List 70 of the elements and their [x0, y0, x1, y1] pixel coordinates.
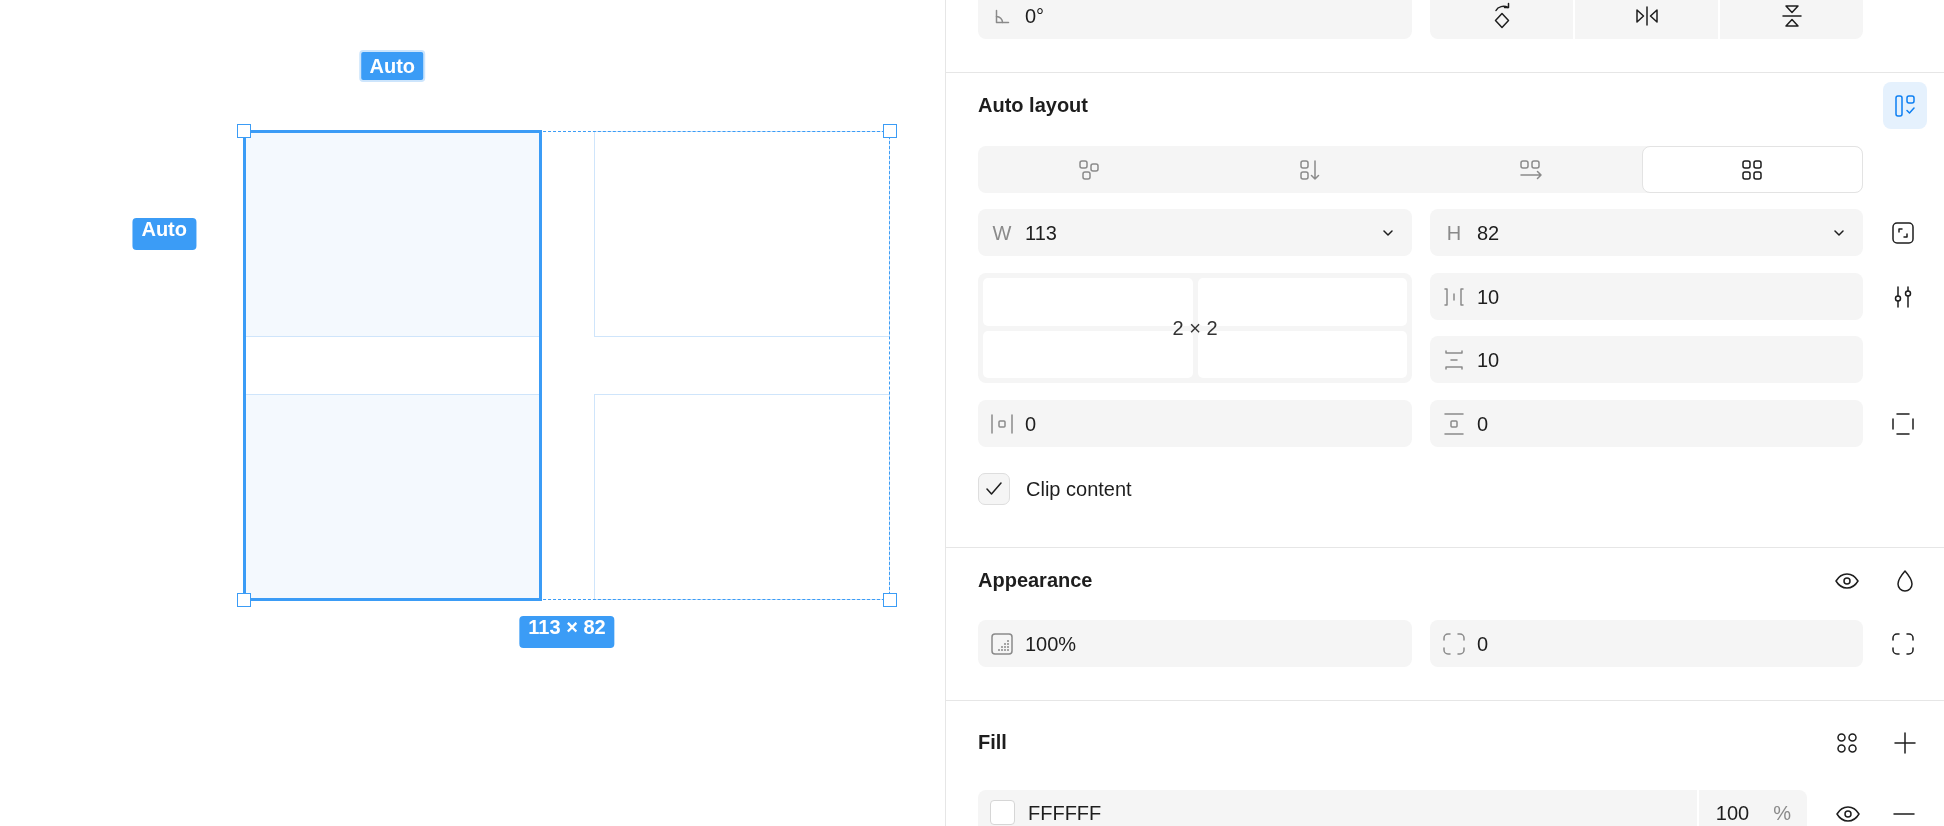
fill-field[interactable]: FFFFFF 100 % — [978, 790, 1807, 826]
four-circles-icon[interactable] — [1837, 732, 1857, 753]
vertical-padding-field[interactable]: 0 — [1430, 400, 1863, 447]
corner-brackets-icon[interactable] — [1892, 632, 1914, 655]
grid-size-label: 2 × 2 — [1172, 316, 1218, 340]
horizontal-padding-icon — [991, 413, 1013, 434]
flip-horizontal-icon — [1634, 6, 1659, 26]
chevron-down-icon[interactable] — [1383, 229, 1393, 236]
column-gap-field[interactable]: 10 — [1430, 273, 1863, 320]
minus-icon[interactable] — [1893, 812, 1915, 815]
resize-handle[interactable] — [237, 593, 251, 607]
row-gap-icon — [1445, 348, 1463, 371]
opacity-icon — [991, 632, 1013, 655]
resize-icon[interactable] — [1892, 221, 1914, 244]
sliders-icon[interactable] — [1893, 285, 1913, 308]
padding-sides-icon[interactable] — [1892, 412, 1914, 435]
section-title: Appearance — [978, 569, 1093, 592]
section-title: Fill — [978, 731, 1007, 754]
dimensions-label: 113 × 82 — [519, 616, 615, 648]
percent-sign: % — [1773, 803, 1791, 823]
resize-handle[interactable] — [883, 593, 897, 607]
column-gap-icon — [1443, 287, 1465, 306]
angle-icon — [994, 8, 1010, 24]
eye-icon[interactable] — [1836, 805, 1860, 822]
droplet-icon[interactable] — [1896, 569, 1914, 592]
grid-cell[interactable] — [244, 131, 541, 337]
flip-vertical-icon — [1781, 4, 1802, 28]
rotation-field[interactable]: 0° — [978, 0, 1412, 39]
scattered-squares-icon — [1078, 159, 1099, 180]
grid-cell[interactable] — [244, 394, 541, 600]
horizontal-padding-field[interactable]: 0 — [978, 400, 1412, 447]
squares-down-arrow-icon — [1299, 159, 1320, 180]
rotation-value: 0° — [1025, 6, 1045, 26]
row-gap-value: 10 — [1477, 349, 1500, 370]
corner-radius-field[interactable]: 0 — [1430, 620, 1863, 667]
clip-content-checkbox[interactable] — [978, 473, 1010, 505]
grid-cell[interactable] — [593, 394, 890, 600]
width-value: 113 — [1025, 222, 1057, 243]
chevron-down-icon[interactable] — [1834, 229, 1844, 236]
flip-horizontal-button[interactable] — [1575, 0, 1718, 39]
squares-right-arrow-icon — [1520, 159, 1543, 180]
row-gap-field[interactable]: 10 — [1430, 336, 1863, 383]
horizontal-padding-value: 0 — [1025, 413, 1037, 434]
checkmark-icon — [986, 482, 1002, 496]
opacity-field[interactable]: 100% — [978, 620, 1412, 667]
plus-icon[interactable] — [1894, 731, 1916, 754]
height-label: H — [1446, 222, 1462, 243]
column-gap-value: 10 — [1477, 286, 1500, 307]
resize-handle[interactable] — [237, 124, 251, 138]
height-value: 82 — [1477, 222, 1500, 243]
color-swatch[interactable] — [990, 800, 1015, 825]
grid-cell[interactable] — [593, 131, 890, 337]
auto-layout-button[interactable] — [1883, 82, 1927, 129]
corner-radius-value: 0 — [1477, 633, 1489, 654]
clip-content-label: Clip content — [1026, 477, 1132, 501]
width-field[interactable]: W 113 — [978, 209, 1412, 256]
fill-opacity-value: 100 — [1715, 803, 1750, 823]
corner-radius-icon — [1443, 632, 1465, 655]
flip-vertical-button[interactable] — [1720, 0, 1863, 39]
layout-check-icon — [1895, 94, 1915, 117]
eye-icon[interactable] — [1835, 572, 1859, 589]
vertical-padding-value: 0 — [1477, 413, 1489, 434]
width-label: W — [992, 222, 1012, 243]
section-title: Auto layout — [978, 94, 1088, 117]
four-squares-icon — [1742, 159, 1763, 180]
height-field[interactable]: H 82 — [1430, 209, 1863, 256]
opacity-value: 100% — [1025, 633, 1077, 654]
resize-handle[interactable] — [883, 124, 897, 138]
hex-value: FFFFFF — [1028, 803, 1102, 823]
vertical-padding-icon — [1444, 412, 1464, 435]
